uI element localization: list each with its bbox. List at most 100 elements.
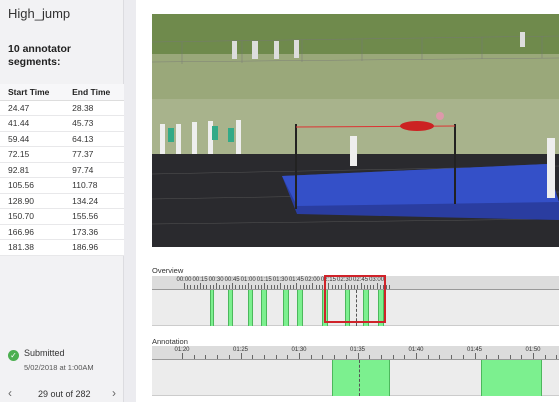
ruler-tick-mark	[556, 355, 558, 359]
annotation-segment-lane[interactable]	[152, 360, 559, 396]
segment-start-cell: 59.44	[0, 131, 65, 147]
ruler-tick-mark	[322, 355, 324, 359]
ruler-tick-mark	[521, 355, 523, 359]
segment-start-cell: 181.38	[0, 239, 65, 256]
ruler-tick-mark	[225, 285, 227, 289]
segment-row[interactable]: 24.47 28.38	[0, 100, 124, 116]
ruler-tick-mark	[275, 355, 277, 359]
ruler-tick-mark	[193, 355, 195, 359]
ruler-tick-mark	[386, 285, 388, 289]
submission-status: ✓ Submitted	[8, 348, 65, 361]
ruler-tick-mark	[273, 285, 275, 289]
segment-start-cell: 150.70	[0, 208, 65, 225]
ruler-tick-mark	[228, 355, 230, 359]
ruler-tick-mark	[389, 285, 391, 289]
ruler-tick-mark	[369, 355, 371, 359]
segments-table: Start Time End Time 24.47 28.38 41.44 45.73…	[0, 84, 124, 256]
annotation-segment[interactable]	[481, 360, 543, 396]
ruler-tick-mark	[404, 355, 406, 359]
ruler-tick-mark	[380, 355, 382, 359]
ruler-tick-mark	[267, 285, 269, 289]
segment-row[interactable]: 72.15 77.37	[0, 146, 124, 163]
ruler-tick-mark	[497, 355, 499, 359]
ruler-tick-mark	[238, 285, 240, 289]
annotation-playhead[interactable]	[359, 360, 360, 396]
ruler-tick-mark	[318, 285, 320, 289]
panel-divider[interactable]	[124, 0, 136, 402]
pager: ‹ 29 out of 282 ›	[0, 384, 124, 402]
overview-viewport-window[interactable]	[324, 275, 386, 323]
ruler-tick-mark	[248, 283, 250, 289]
ruler-tick-mark	[533, 353, 534, 359]
overview-segment[interactable]	[210, 290, 215, 326]
overview-playhead[interactable]	[356, 290, 357, 326]
segment-end-cell: 134.24	[64, 193, 124, 209]
ruler-tick-mark	[264, 283, 266, 289]
segment-start-cell: 24.47	[0, 100, 65, 116]
next-arrow-icon[interactable]: ›	[112, 386, 116, 400]
ruler-tick-mark	[187, 285, 189, 289]
ruler-tick-mark	[196, 285, 198, 289]
ruler-tick-mark	[312, 283, 314, 289]
segment-start-cell: 72.15	[0, 146, 65, 163]
video-frame[interactable]	[152, 14, 559, 247]
overview-segment[interactable]	[228, 290, 233, 326]
ruler-tick-mark	[451, 355, 453, 359]
ruler-tick-mark	[486, 355, 488, 359]
ruler-tick-mark	[280, 283, 282, 289]
ruler-tick-mark	[270, 285, 272, 289]
segment-end-cell: 155.56	[64, 208, 124, 225]
ruler-tick-mark	[228, 285, 230, 289]
ruler-tick-mark	[322, 285, 324, 289]
segment-row[interactable]: 166.96 173.36	[0, 224, 124, 240]
segment-row[interactable]: 59.44 64.13	[0, 131, 124, 147]
ruler-tick-mark	[203, 285, 205, 289]
ruler-tick-mark	[222, 285, 224, 289]
overview-segment[interactable]	[283, 290, 289, 326]
segment-row[interactable]: 105.56 110.78	[0, 177, 124, 194]
segment-row[interactable]: 41.44 45.73	[0, 115, 124, 132]
ruler-tick-mark	[232, 283, 234, 289]
ruler-tick-mark	[209, 285, 211, 289]
ruler-tick-mark	[439, 355, 441, 359]
segment-start-cell: 92.81	[0, 162, 65, 178]
ruler-tick-mark	[219, 285, 221, 289]
ruler-tick-mark	[254, 285, 256, 289]
check-icon: ✓	[8, 350, 19, 361]
annotation-ruler: 01:20 01:25 01:30 01:35 01:40 01:45 01:50	[152, 346, 559, 360]
segment-end-cell: 97.74	[64, 162, 124, 178]
previous-arrow-icon[interactable]: ‹	[8, 386, 12, 400]
item-count: 29 out of 282	[38, 389, 91, 399]
annotation-timeline[interactable]: 01:20 01:25 01:30 01:35 01:40 01:45 01:50	[152, 346, 559, 396]
ruler-tick-mark	[310, 355, 312, 359]
annotation-label: Annotation	[152, 337, 188, 346]
overview-segment[interactable]	[296, 290, 303, 326]
ruler-tick-mark	[235, 285, 237, 289]
ruler-tick-mark	[252, 355, 254, 359]
segments-heading: 10 annotator segments:	[8, 43, 72, 68]
segment-row[interactable]: 128.90 134.24	[0, 193, 124, 209]
annotation-segment[interactable]	[331, 360, 390, 396]
status-text: Submitted	[24, 348, 65, 358]
ruler-tick-mark	[241, 285, 243, 289]
ruler-tick-mark	[287, 355, 289, 359]
segment-row[interactable]: 92.81 97.74	[0, 162, 124, 178]
ruler-tick-mark	[305, 285, 307, 289]
ruler-tick-mark	[277, 285, 279, 289]
overview-timeline[interactable]: 00:00 00:15 00:30 00:45 01:00 01:15 01:30 01:45…	[152, 275, 559, 326]
overview-segment[interactable]	[261, 290, 267, 326]
ruler-tick-mark	[263, 355, 265, 359]
ruler-tick-mark	[217, 355, 219, 359]
ruler-tick-mark	[299, 353, 300, 359]
ruler-tick-mark	[474, 353, 476, 359]
ruler-tick-mark	[184, 283, 185, 289]
segment-start-cell: 41.44	[0, 115, 65, 132]
segment-row[interactable]: 150.70 155.56	[0, 208, 124, 225]
segment-start-cell: 128.90	[0, 193, 65, 209]
segment-end-cell: 45.73	[64, 115, 124, 132]
ruler-tick-mark	[289, 285, 291, 289]
segment-row[interactable]: 181.38 186.96	[0, 239, 124, 256]
ruler-tick-mark	[309, 285, 311, 289]
overview-segment[interactable]	[247, 290, 253, 326]
ruler-tick-mark	[190, 285, 192, 289]
